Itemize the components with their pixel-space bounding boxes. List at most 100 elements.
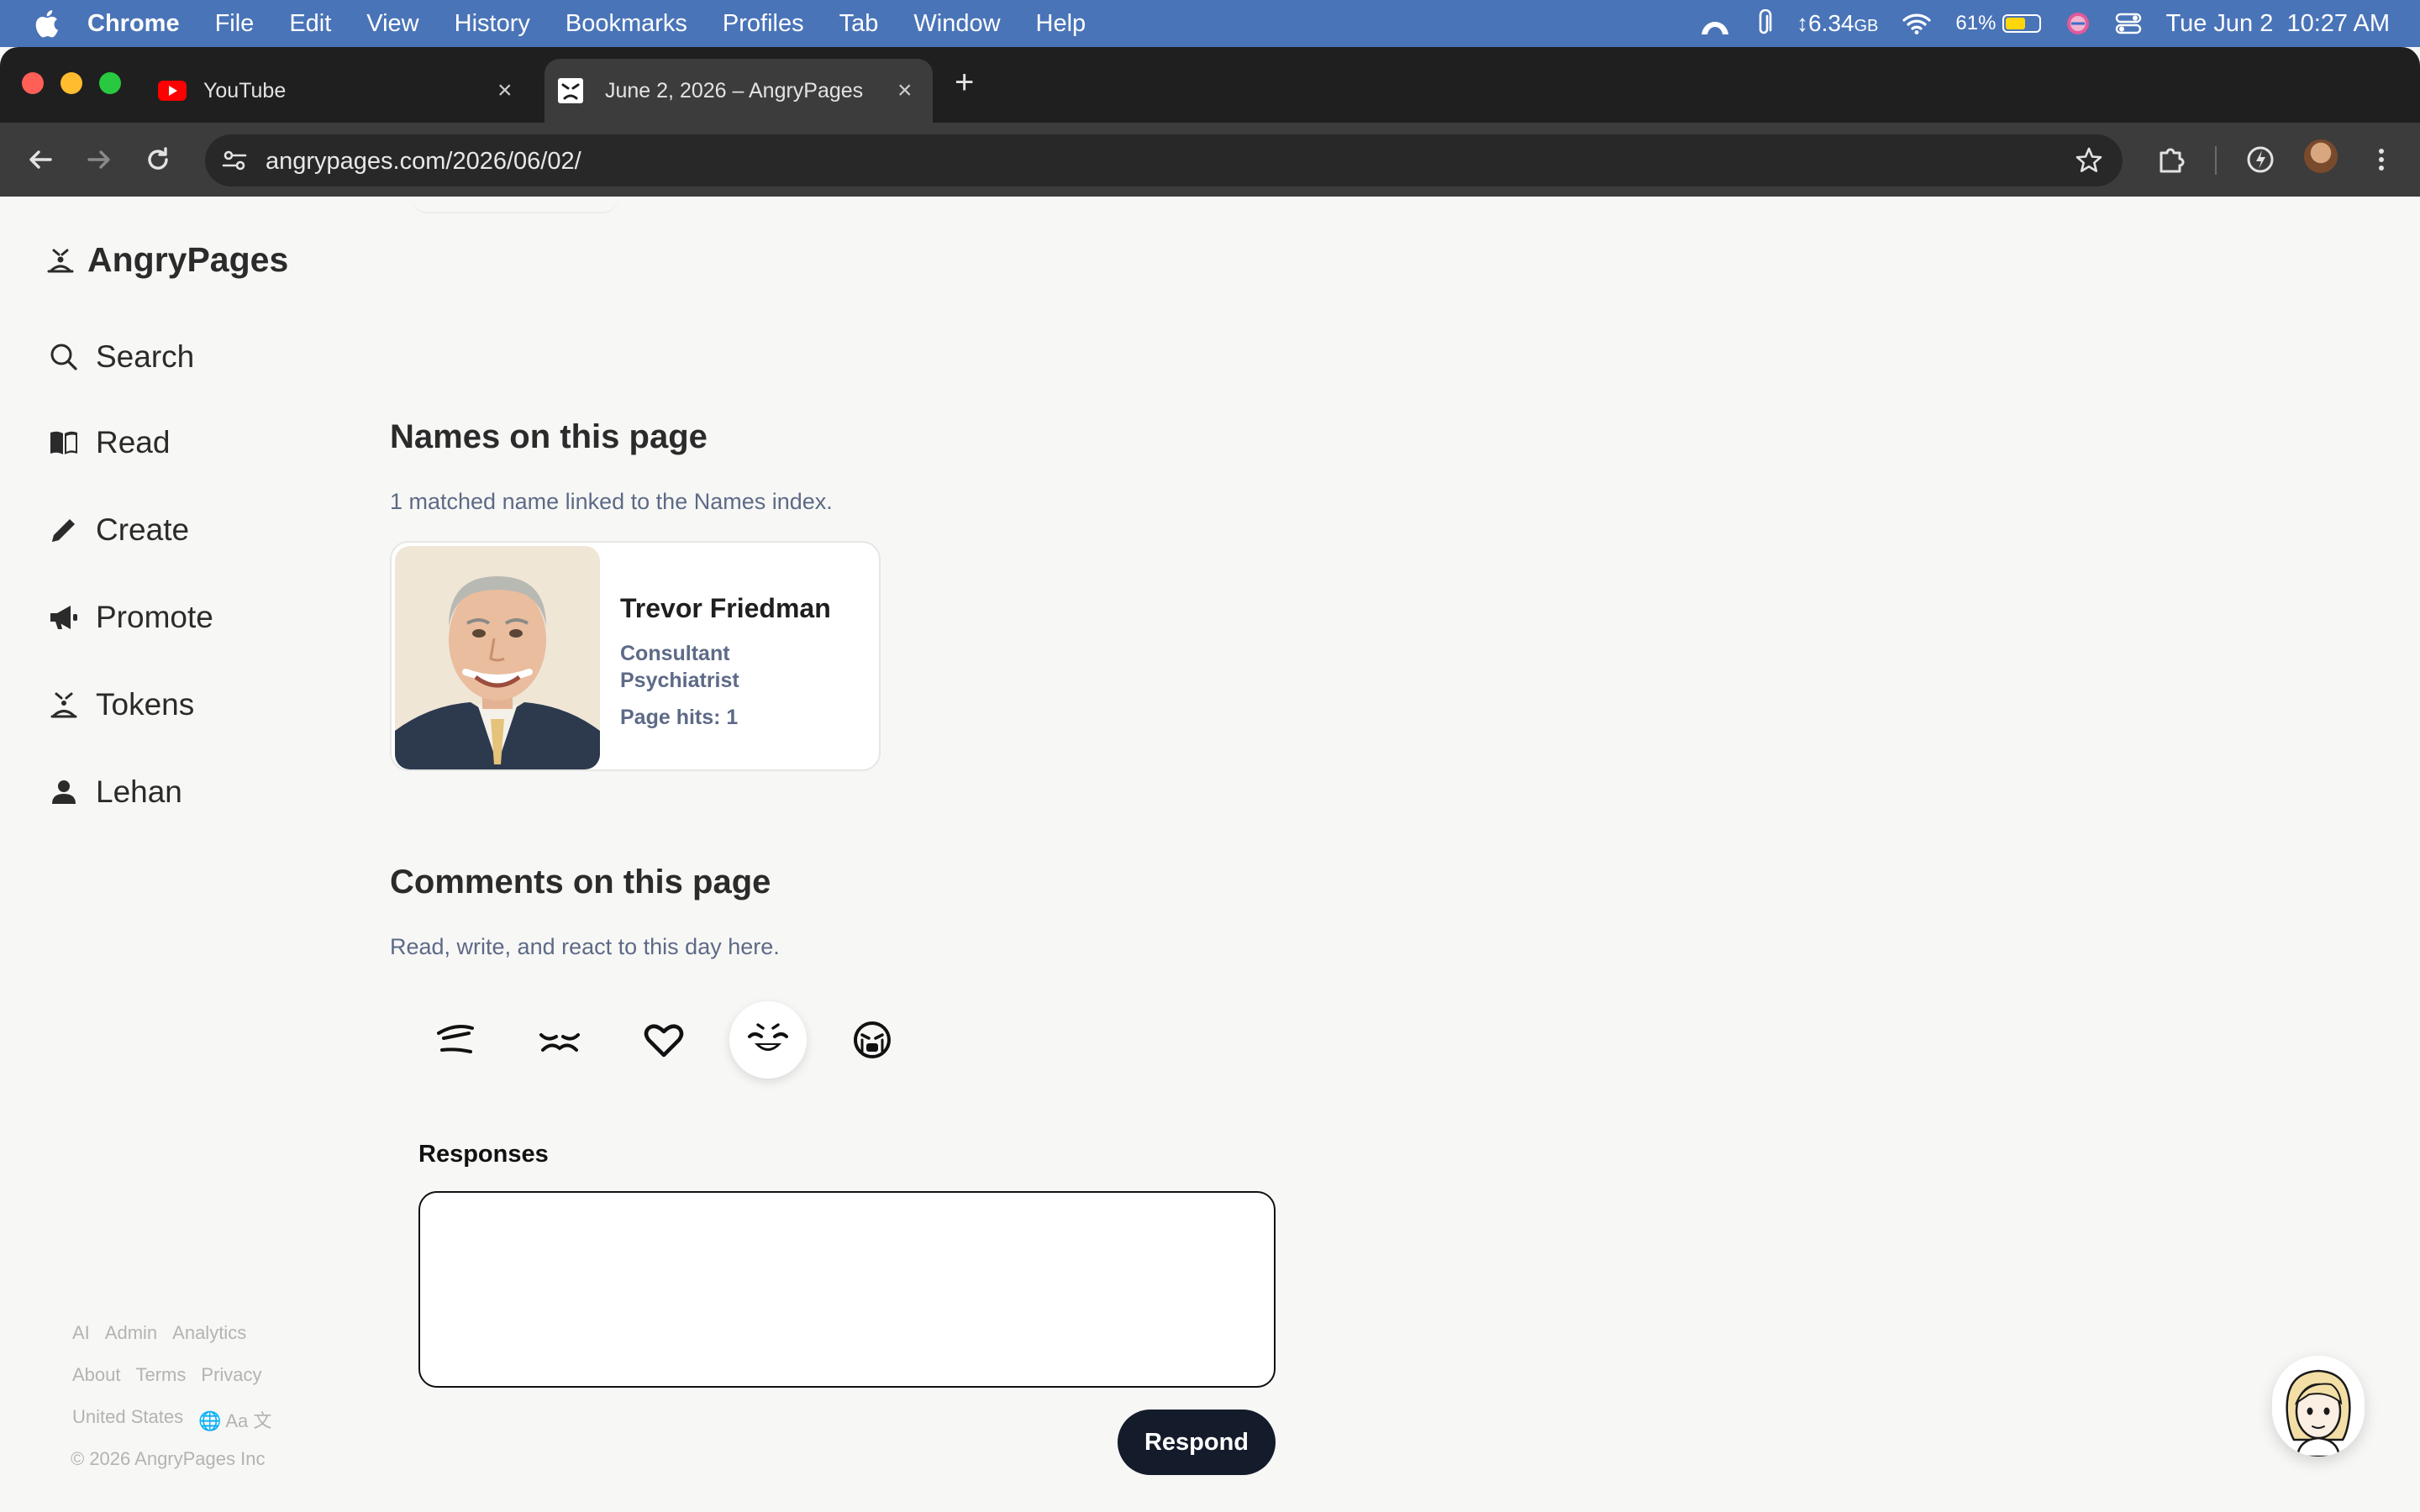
footer-link-analytics[interactable]: Analytics <box>172 1322 246 1344</box>
sidebar-item-label: Promote <box>96 600 213 634</box>
angrypages-logo-icon <box>47 249 74 272</box>
sidebar-item-label: Create <box>96 512 190 547</box>
sidebar: AngryPages Search Read Create Promote To… <box>0 197 353 1512</box>
scrolled-card-edge <box>412 197 618 213</box>
youtube-icon <box>158 81 187 101</box>
menu-bookmarks[interactable]: Bookmarks <box>566 10 687 38</box>
footer-copyright: © 2026 AngryPages Inc <box>71 1448 265 1470</box>
sidebar-item-profile[interactable]: Lehan <box>47 774 182 810</box>
footer-link-admin[interactable]: Admin <box>105 1322 157 1344</box>
sidebar-item-promote[interactable]: Promote <box>47 600 213 635</box>
tab-close-icon[interactable]: × <box>497 76 513 105</box>
menu-app-name[interactable]: Chrome <box>87 10 180 38</box>
footer-link-privacy[interactable]: Privacy <box>201 1364 261 1386</box>
address-bar[interactable]: angrypages.com/2026/06/02/ <box>205 134 2123 186</box>
menu-view[interactable]: View <box>366 10 418 38</box>
crying-face-icon <box>854 1021 891 1058</box>
brand-link[interactable]: AngryPages <box>47 240 288 280</box>
performance-icon[interactable] <box>2244 143 2277 176</box>
sidebar-item-read[interactable]: Read <box>47 425 170 460</box>
angrypages-favicon <box>558 78 583 103</box>
memory-status[interactable]: ↕6.34GB <box>1797 10 1878 37</box>
names-heading: Names on this page <box>390 418 708 455</box>
sidebar-item-label: Read <box>96 425 171 459</box>
footer-link-terms[interactable]: Terms <box>136 1364 187 1386</box>
window-close-button[interactable] <box>22 72 44 94</box>
control-center-icon[interactable] <box>2115 12 2142 35</box>
new-tab-button[interactable]: + <box>955 66 974 99</box>
reaction-cry-button[interactable] <box>820 998 924 1082</box>
battery-icon <box>2002 14 2042 33</box>
squint-face-icon <box>539 1033 580 1052</box>
color-profile-icon[interactable] <box>2065 10 2091 37</box>
profile-avatar[interactable] <box>2304 139 2338 173</box>
brand-name: AngryPages <box>87 240 289 279</box>
footer-link-region[interactable]: United States <box>72 1406 183 1433</box>
bookmark-star-icon[interactable] <box>2074 145 2104 176</box>
person-name[interactable]: Trevor Friedman <box>620 593 831 624</box>
tab-close-icon[interactable]: × <box>897 76 913 105</box>
reaction-annoyed-button[interactable] <box>403 998 508 1082</box>
arc-app-icon[interactable] <box>1699 11 1731 36</box>
heart-icon <box>644 1024 684 1058</box>
url-text: angrypages.com/2026/06/02/ <box>266 148 581 175</box>
memory-value: 6.34 <box>1808 10 1854 36</box>
wifi-icon[interactable] <box>1902 12 1932 35</box>
menubar-clock[interactable]: Tue Jun 2 10:27 AM <box>2165 10 2390 38</box>
comments-subtitle: Read, write, and react to this day here. <box>390 934 780 959</box>
copyright-text: © 2026 AngryPages Inc <box>71 1448 266 1469</box>
back-button[interactable] <box>22 141 59 178</box>
person-card[interactable]: Trevor Friedman Consultant Psychiatrist … <box>390 541 881 771</box>
menu-help[interactable]: Help <box>1036 10 1086 38</box>
chrome-toolbar: angrypages.com/2026/06/02/ <box>0 123 2420 197</box>
window-zoom-button[interactable] <box>99 72 121 94</box>
reaction-heart-button[interactable] <box>612 998 716 1082</box>
web-page: AngryPages Search Read Create Promote To… <box>0 197 2420 1512</box>
tab-angrypages[interactable]: June 2, 2026 – AngryPages × <box>544 59 933 123</box>
sidebar-item-label: Search <box>96 339 195 374</box>
assistant-avatar-button[interactable] <box>2272 1356 2365 1457</box>
footer-row-locale: United States 🌐 Aa 文 <box>72 1406 271 1433</box>
tab-youtube[interactable]: YouTube × <box>146 59 534 123</box>
names-subtitle: 1 matched name linked to the Names index… <box>390 489 833 514</box>
menu-tab[interactable]: Tab <box>839 10 879 38</box>
reaction-laugh-button[interactable] <box>716 998 820 1082</box>
sidebar-item-label: Tokens <box>96 687 195 722</box>
site-info-icon[interactable] <box>220 146 249 175</box>
window-minimize-button[interactable] <box>60 72 82 94</box>
response-textarea[interactable] <box>418 1191 1276 1388</box>
chrome-tab-strip: YouTube × June 2, 2026 – AngryPages × + <box>0 47 2420 123</box>
respond-button[interactable]: Respond <box>1118 1410 1276 1475</box>
footer-link-language[interactable]: 🌐 Aa 文 <box>198 1406 271 1433</box>
responses-label: Responses <box>418 1141 549 1168</box>
token-face-icon <box>50 692 77 718</box>
battery-status[interactable]: 61% <box>1955 12 2042 35</box>
person-portrait <box>395 546 600 769</box>
sidebar-item-tokens[interactable]: Tokens <box>47 687 194 722</box>
user-icon <box>52 780 76 804</box>
footer-link-about[interactable]: About <box>72 1364 121 1386</box>
tab-title: YouTube <box>203 78 287 102</box>
sidebar-item-create[interactable]: Create <box>47 512 189 548</box>
search-icon <box>50 344 77 370</box>
footer-row-admin: AI Admin Analytics <box>72 1322 246 1344</box>
menu-kebab-icon[interactable] <box>2373 143 2390 176</box>
reaction-squint-button[interactable] <box>508 998 612 1082</box>
forward-button[interactable] <box>81 141 118 178</box>
menu-profiles[interactable]: Profiles <box>723 10 804 38</box>
person-role: Consultant Psychiatrist <box>620 642 739 692</box>
footer-row-legal: About Terms Privacy <box>72 1364 262 1386</box>
book-icon <box>50 431 77 454</box>
battery-percent: 61% <box>1955 12 1996 34</box>
sidebar-item-search[interactable]: Search <box>47 339 194 375</box>
extensions-icon[interactable] <box>2154 143 2188 176</box>
menu-window[interactable]: Window <box>913 10 1000 38</box>
megaphone-icon <box>50 606 77 629</box>
reload-button[interactable] <box>139 141 176 178</box>
menu-history[interactable]: History <box>455 10 530 38</box>
paperclip-icon[interactable] <box>1754 9 1773 38</box>
menu-file[interactable]: File <box>215 10 255 38</box>
apple-icon[interactable] <box>34 9 59 38</box>
footer-link-ai[interactable]: AI <box>72 1322 90 1344</box>
menu-edit[interactable]: Edit <box>289 10 331 38</box>
